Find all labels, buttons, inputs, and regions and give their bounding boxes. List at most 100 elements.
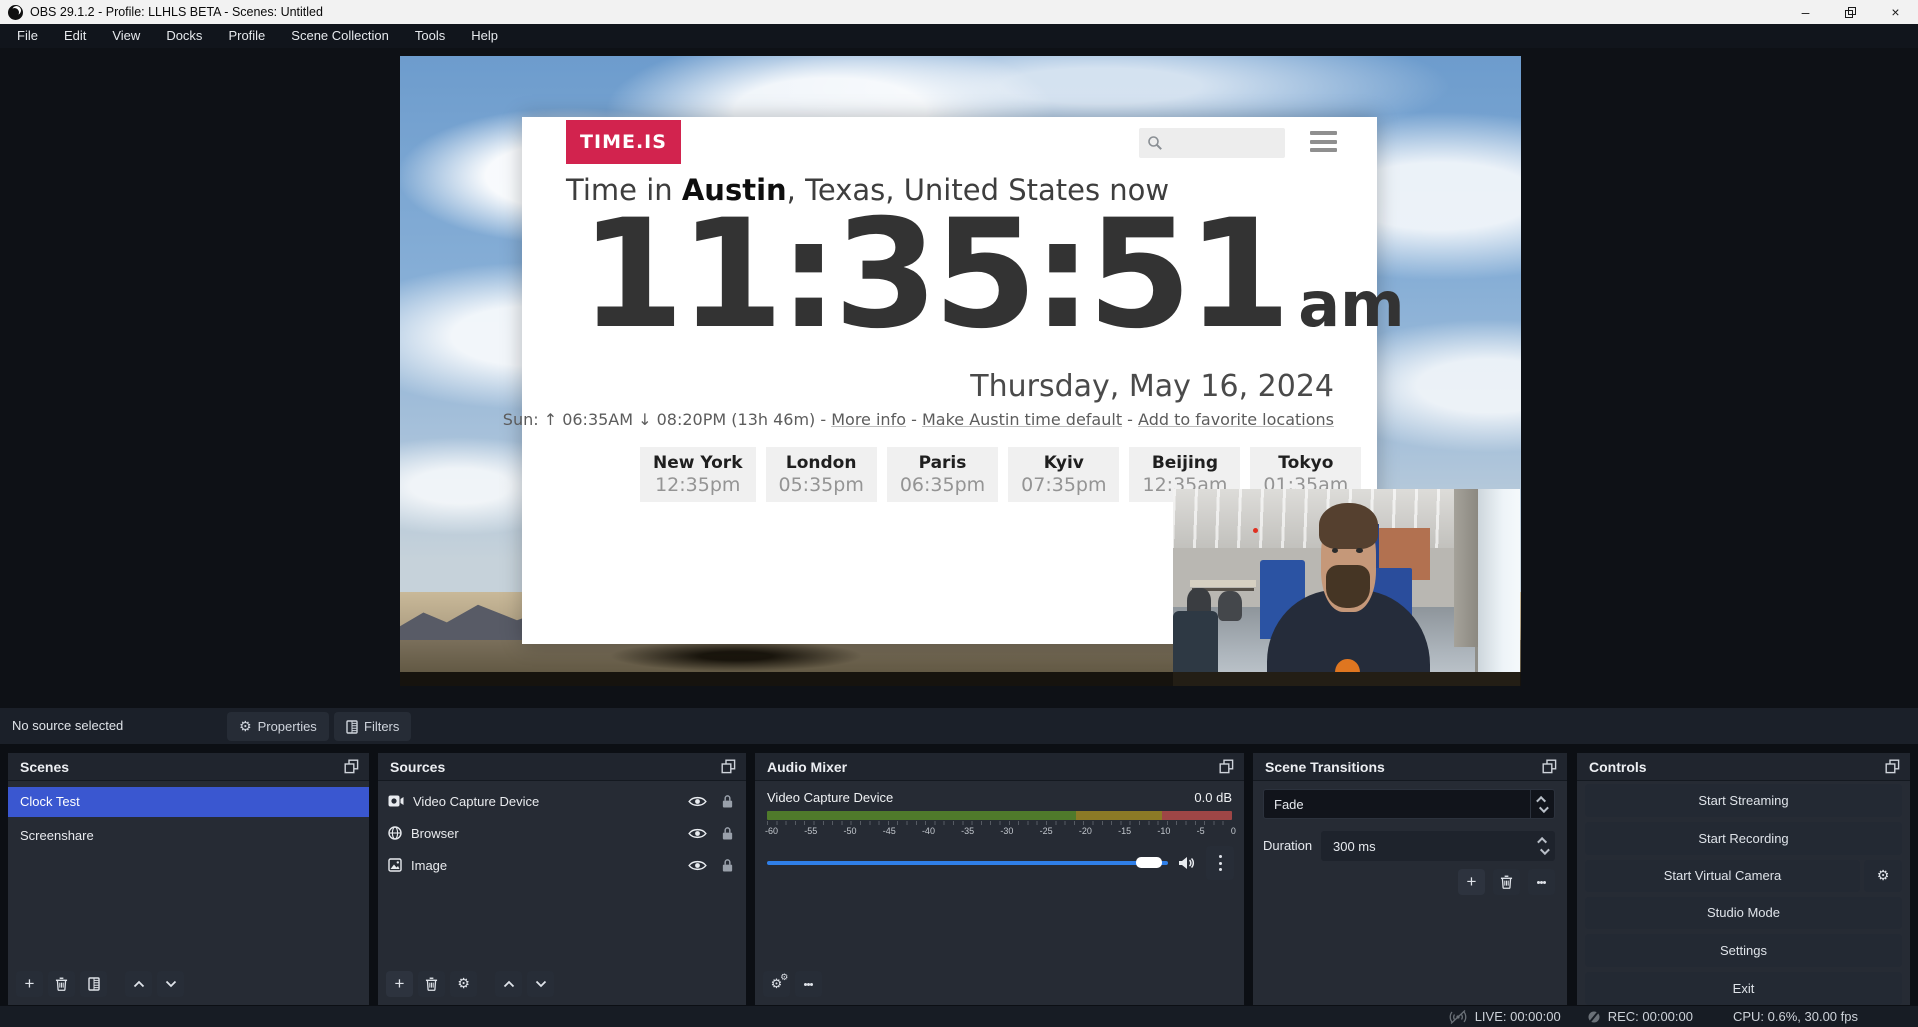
tick-label: -35 [961, 826, 974, 836]
timeis-logo: TIME.IS [566, 120, 681, 164]
controls-title: Controls [1589, 759, 1647, 775]
audio-mixer-title: Audio Mixer [767, 759, 847, 775]
source-status-text: No source selected [12, 708, 123, 744]
menu-file[interactable]: File [4, 24, 51, 48]
duration-spinbox[interactable]: 300 ms [1321, 831, 1555, 861]
properties-button[interactable]: ⚙ Properties [227, 712, 329, 741]
start-streaming-button[interactable]: Start Streaming [1585, 784, 1902, 817]
popout-icon[interactable] [344, 759, 359, 774]
move-source-down-button[interactable] [527, 971, 554, 997]
volume-slider[interactable] [767, 861, 1168, 865]
move-source-up-button[interactable] [495, 971, 522, 997]
webcam-video-source [1173, 489, 1520, 686]
menu-docks[interactable]: Docks [153, 24, 215, 48]
audio-mixer-header: Audio Mixer [755, 753, 1244, 781]
sources-list: Video Capture Device [378, 781, 746, 969]
studio-mode-button[interactable]: Studio Mode [1585, 897, 1902, 930]
hamburger-menu-icon [1310, 131, 1337, 157]
popout-icon[interactable] [1219, 759, 1234, 774]
gear-icon: ⚙ [1877, 868, 1890, 884]
select-spinner[interactable] [1530, 790, 1554, 818]
volume-meter-labels: -60 -55 -50 -45 -40 -35 -30 -25 -20 -15 … [765, 826, 1236, 836]
add-source-button[interactable]: + [386, 971, 413, 997]
office-chair [1173, 611, 1218, 678]
remove-transition-button[interactable] [1493, 869, 1520, 895]
remove-scene-button[interactable] [48, 971, 75, 997]
move-scene-down-button[interactable] [157, 971, 184, 997]
source-label: Video Capture Device [413, 794, 539, 809]
city-newyork: New York12:35pm [640, 447, 756, 502]
menu-tools[interactable]: Tools [402, 24, 458, 48]
advanced-audio-button[interactable]: ⚙⚙ [763, 971, 790, 997]
controls-header: Controls [1577, 753, 1910, 781]
lock-icon[interactable] [721, 826, 734, 841]
obs-logo-icon [8, 5, 23, 20]
volume-slider-row [767, 846, 1234, 880]
restore-button[interactable] [1828, 0, 1873, 24]
minimize-button[interactable]: – [1783, 0, 1828, 24]
start-virtual-camera-button[interactable]: Start Virtual Camera [1585, 860, 1860, 892]
preview-area[interactable]: TIME.IS Time in Austin, Texas, United St… [0, 48, 1918, 708]
source-properties-button[interactable]: ⚙ [450, 971, 477, 997]
tick-label: -15 [1118, 826, 1131, 836]
program-video-canvas[interactable]: TIME.IS Time in Austin, Texas, United St… [400, 56, 1521, 686]
transition-select[interactable]: Fade [1263, 789, 1555, 819]
menu-view[interactable]: View [99, 24, 153, 48]
menu-edit[interactable]: Edit [51, 24, 99, 48]
transition-buttons: + [1458, 869, 1555, 895]
speaker-icon[interactable] [1178, 856, 1196, 870]
live-status: LIVE: 00:00:00 [1448, 1009, 1561, 1024]
eye-visible-icon[interactable] [688, 859, 707, 872]
sources-header: Sources [378, 753, 746, 781]
tick-label: -60 [765, 826, 778, 836]
source-item-browser[interactable]: Browser [378, 817, 746, 849]
virtual-camera-settings-button[interactable]: ⚙ [1864, 860, 1902, 892]
volume-slider-handle[interactable] [1136, 857, 1162, 868]
person-hair [1319, 503, 1378, 549]
transition-menu-button[interactable] [1528, 869, 1555, 895]
popout-icon[interactable] [1542, 759, 1557, 774]
controls-body: Start Streaming Start Recording Start Vi… [1577, 781, 1910, 1005]
add-scene-button[interactable]: + [16, 971, 43, 997]
live-time: LIVE: 00:00:00 [1475, 1009, 1561, 1024]
exit-button[interactable]: Exit [1585, 972, 1902, 1005]
separator: - [906, 410, 922, 429]
close-button[interactable]: × [1873, 0, 1918, 24]
office-window [1475, 489, 1520, 686]
scene-item-clock-test[interactable]: Clock Test [8, 787, 369, 817]
mixer-menu-button[interactable] [795, 971, 822, 997]
menu-scene-collection[interactable]: Scene Collection [278, 24, 402, 48]
move-scene-up-button[interactable] [125, 971, 152, 997]
remove-source-button[interactable] [418, 971, 445, 997]
webcam-bottom-shadow [1173, 672, 1520, 686]
menu-profile[interactable]: Profile [215, 24, 278, 48]
popout-icon[interactable] [1885, 759, 1900, 774]
spinbox-arrows[interactable] [1540, 837, 1547, 855]
source-item-video-capture[interactable]: Video Capture Device [378, 785, 746, 817]
docks-row: Scenes Clock Test Screenshare + [0, 748, 1918, 1006]
virtual-camera-row: Start Virtual Camera ⚙ [1585, 860, 1902, 892]
lock-icon[interactable] [721, 794, 734, 809]
menu-help[interactable]: Help [458, 24, 511, 48]
mixer-channel-menu-button[interactable] [1206, 846, 1234, 880]
eye-visible-icon[interactable] [688, 795, 707, 808]
city-name: London [779, 452, 864, 474]
trash-icon [55, 977, 68, 991]
settings-button[interactable]: Settings [1585, 934, 1902, 967]
lock-icon[interactable] [721, 858, 734, 873]
timeis-search-box [1139, 128, 1285, 158]
filter-icon [88, 977, 100, 991]
city-time: 07:35pm [1021, 474, 1106, 497]
scene-item-screenshare[interactable]: Screenshare [8, 821, 369, 851]
tick-label: -30 [1000, 826, 1013, 836]
popout-icon[interactable] [721, 759, 736, 774]
start-recording-button[interactable]: Start Recording [1585, 822, 1902, 855]
scenes-header: Scenes [8, 753, 369, 781]
filters-button[interactable]: Filters [334, 712, 411, 741]
add-transition-button[interactable]: + [1458, 869, 1485, 895]
tick-label: 0 [1231, 826, 1236, 836]
eye-visible-icon[interactable] [688, 827, 707, 840]
scenes-toolbar: + [8, 969, 369, 1005]
source-item-image[interactable]: Image [378, 849, 746, 881]
scene-filters-button[interactable] [80, 971, 107, 997]
